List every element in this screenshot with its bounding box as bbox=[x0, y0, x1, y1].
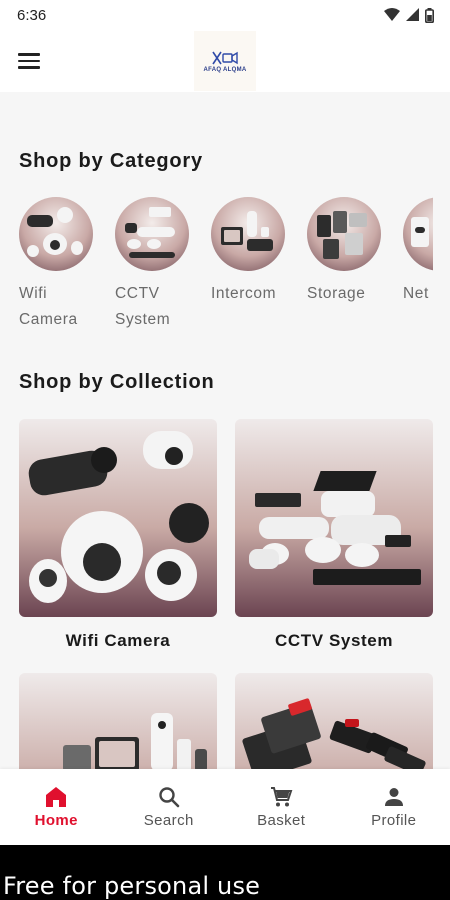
category-label-line: Intercom bbox=[211, 285, 277, 302]
bottom-navigation: Home Search Basket Profile bbox=[0, 769, 450, 845]
category-label: Wifi Camera bbox=[19, 281, 109, 333]
nav-search-label: Search bbox=[143, 812, 194, 829]
category-item-storage[interactable]: Storage bbox=[307, 197, 397, 307]
category-item-network[interactable]: Net bbox=[403, 197, 433, 307]
menu-button[interactable] bbox=[18, 49, 42, 73]
battery-icon bbox=[425, 7, 434, 23]
category-carousel[interactable]: Wifi Camera CCTV System Intercom Storage… bbox=[0, 197, 433, 337]
hamburger-icon-bar bbox=[18, 59, 40, 63]
cart-icon bbox=[271, 787, 293, 807]
nav-home[interactable]: Home bbox=[0, 769, 113, 845]
collection-label: CCTV System bbox=[274, 631, 394, 650]
search-icon bbox=[159, 787, 180, 808]
status-time: 6:36 bbox=[17, 6, 47, 24]
nav-search[interactable]: Search bbox=[113, 769, 226, 845]
hamburger-icon bbox=[18, 53, 40, 56]
category-image bbox=[403, 197, 433, 271]
signal-icon bbox=[406, 8, 419, 21]
collection-card-intercom[interactable] bbox=[19, 673, 217, 769]
category-label-line: Storage bbox=[307, 285, 366, 302]
person-icon bbox=[384, 788, 403, 806]
app-bar: AFAQ ALQMA bbox=[0, 30, 450, 92]
nav-basket[interactable]: Basket bbox=[225, 769, 338, 845]
nav-home-label: Home bbox=[34, 812, 78, 829]
category-label: Net bbox=[403, 281, 433, 307]
watermark-text: Free for personal use bbox=[3, 872, 261, 900]
category-image bbox=[19, 197, 93, 271]
category-image bbox=[307, 197, 381, 271]
category-label-line: Wifi bbox=[19, 285, 48, 302]
category-image bbox=[115, 197, 189, 271]
collection-card-cctv-system[interactable]: CCTV System bbox=[235, 419, 433, 651]
category-image bbox=[211, 197, 285, 271]
nav-profile-label: Profile bbox=[371, 812, 417, 829]
main-content[interactable]: Shop by Category Wifi Camera CCTV System… bbox=[0, 92, 450, 769]
collection-image bbox=[235, 673, 433, 769]
category-label-line: Camera bbox=[19, 311, 78, 328]
collection-label: Wifi Camera bbox=[65, 631, 171, 650]
status-bar: 6:36 bbox=[0, 0, 450, 30]
category-label: CCTV System bbox=[115, 281, 205, 333]
collection-section-title: Shop by Collection bbox=[19, 371, 215, 393]
collection-card-wifi-camera[interactable]: Wifi Camera bbox=[19, 419, 217, 651]
category-label: Intercom bbox=[211, 281, 301, 307]
logo-mark-icon bbox=[212, 51, 238, 64]
collection-image bbox=[19, 419, 217, 617]
collection-image bbox=[19, 673, 217, 769]
category-section-title: Shop by Category bbox=[19, 150, 203, 172]
category-label: Storage bbox=[307, 281, 397, 307]
hamburger-icon-bar bbox=[18, 66, 40, 69]
collection-image bbox=[235, 419, 433, 617]
collection-card-storage[interactable] bbox=[235, 673, 433, 769]
logo-text: AFAQ ALQMA bbox=[203, 66, 247, 73]
nav-profile[interactable]: Profile bbox=[338, 769, 450, 845]
brand-logo[interactable]: AFAQ ALQMA bbox=[194, 31, 256, 91]
home-icon bbox=[46, 787, 67, 807]
wifi-icon bbox=[384, 8, 400, 21]
category-label-line: Net bbox=[403, 285, 429, 302]
category-item-cctv-system[interactable]: CCTV System bbox=[115, 197, 205, 333]
category-label-line: CCTV bbox=[115, 285, 160, 302]
nav-basket-label: Basket bbox=[257, 812, 306, 829]
category-label-line: System bbox=[115, 311, 171, 328]
category-item-wifi-camera[interactable]: Wifi Camera bbox=[19, 197, 109, 333]
status-icons bbox=[384, 7, 434, 23]
category-item-intercom[interactable]: Intercom bbox=[211, 197, 301, 307]
